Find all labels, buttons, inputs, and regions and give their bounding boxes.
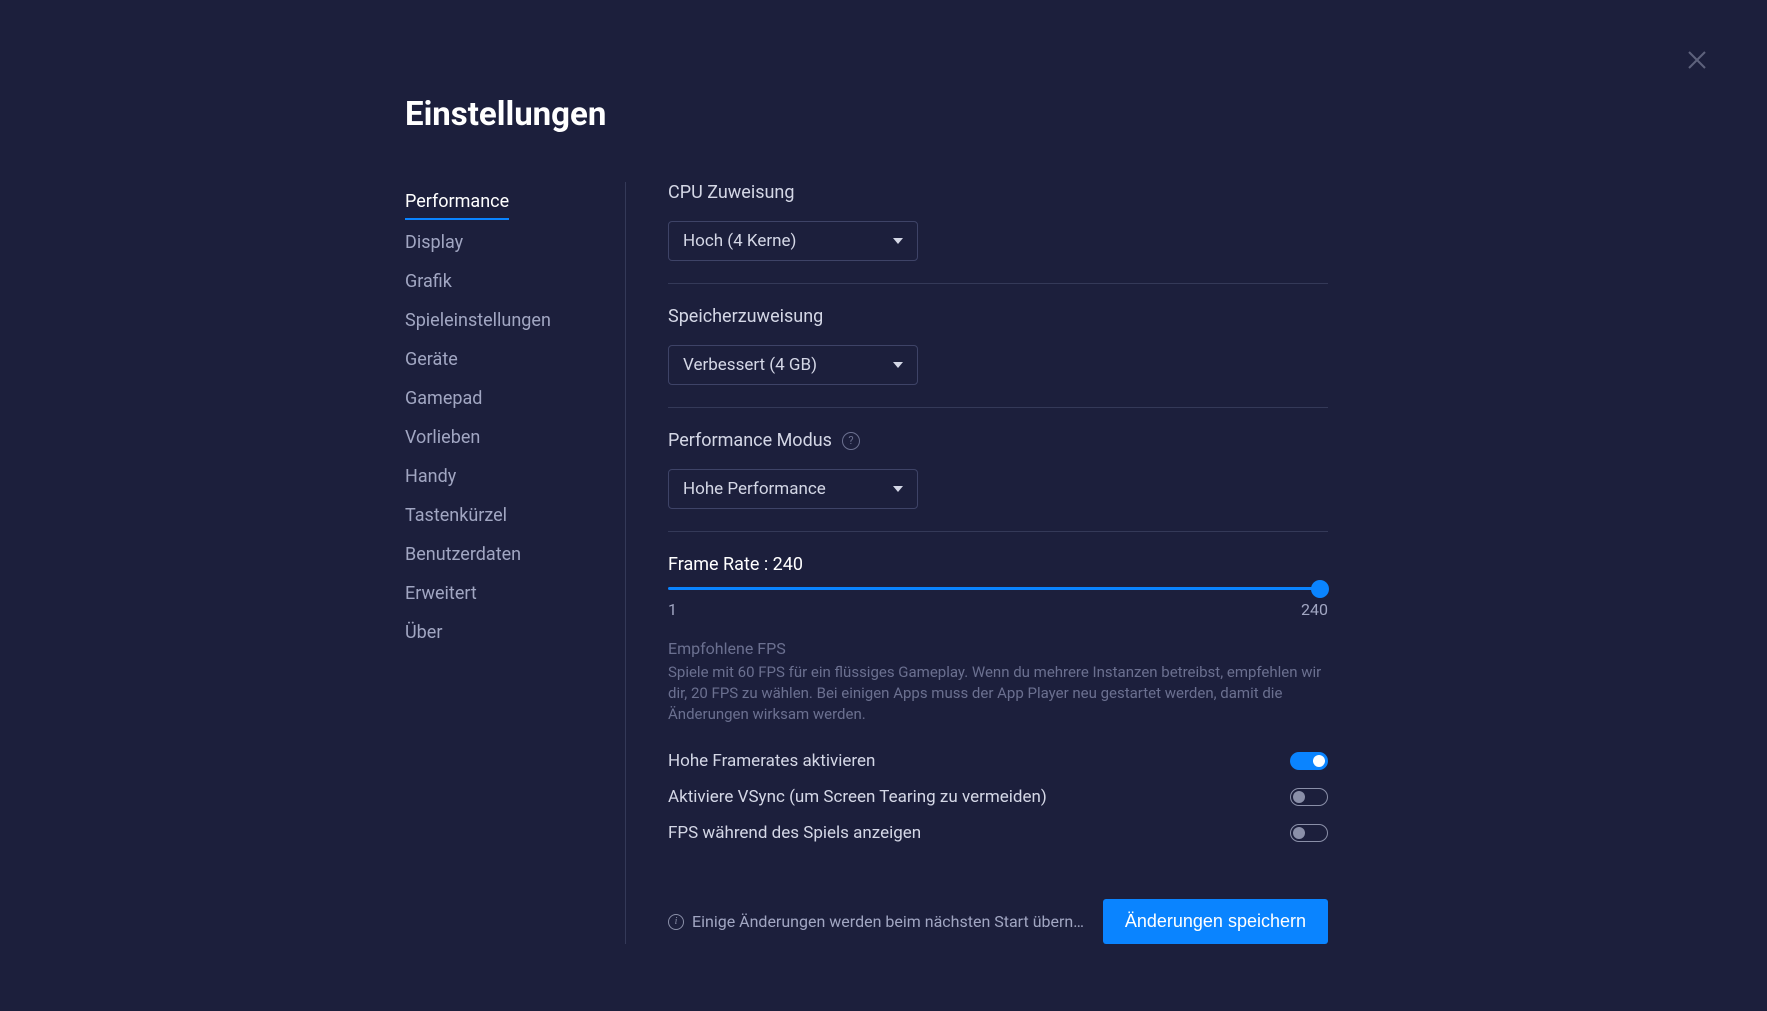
- sidebar-item-display[interactable]: Display: [405, 223, 595, 262]
- toggle-vsync-label: Aktiviere VSync (um Screen Tearing zu ve…: [668, 787, 1047, 807]
- framerate-min: 1: [668, 600, 677, 619]
- framerate-max: 240: [1301, 600, 1328, 619]
- info-text: Einige Änderungen werden beim nächsten S…: [692, 912, 1093, 931]
- cpu-dropdown[interactable]: Hoch (4 Kerne): [668, 221, 918, 261]
- toggle-show-fps-label: FPS während des Spiels anzeigen: [668, 823, 921, 843]
- perfmode-dropdown-value: Hohe Performance: [683, 479, 826, 499]
- fps-hint-title: Empfohlene FPS: [668, 639, 1328, 658]
- sidebar-item-benutzerdaten[interactable]: Benutzerdaten: [405, 535, 595, 574]
- chevron-down-icon: [893, 238, 903, 244]
- info-icon: i: [668, 914, 684, 930]
- sidebar-item-tastenkuerzel[interactable]: Tastenkürzel: [405, 496, 595, 535]
- sidebar-item-handy[interactable]: Handy: [405, 457, 595, 496]
- perfmode-label-text: Performance Modus: [668, 430, 832, 451]
- close-button[interactable]: [1687, 50, 1707, 70]
- toggle-knob: [1293, 827, 1305, 839]
- sidebar-item-performance[interactable]: Performance: [405, 182, 509, 220]
- settings-main: CPU Zuweisung Hoch (4 Kerne) Speicherzuw…: [668, 182, 1328, 944]
- perfmode-label: Performance Modus ?: [668, 430, 1328, 451]
- framerate-label: Frame Rate : 240: [668, 554, 1328, 575]
- page-title: Einstellungen: [405, 95, 1450, 134]
- framerate-slider[interactable]: [668, 587, 1328, 590]
- toggle-knob: [1293, 791, 1305, 803]
- help-icon[interactable]: ?: [842, 432, 860, 450]
- perfmode-dropdown[interactable]: Hohe Performance: [668, 469, 918, 509]
- chevron-down-icon: [893, 362, 903, 368]
- sidebar-item-erweitert[interactable]: Erweitert: [405, 574, 595, 613]
- save-button[interactable]: Änderungen speichern: [1103, 899, 1328, 944]
- toggle-show-fps[interactable]: [1290, 824, 1328, 842]
- memory-label: Speicherzuweisung: [668, 306, 1328, 327]
- sidebar-item-spieleinstellungen[interactable]: Spieleinstellungen: [405, 301, 595, 340]
- memory-dropdown[interactable]: Verbessert (4 GB): [668, 345, 918, 385]
- sidebar-item-grafik[interactable]: Grafik: [405, 262, 595, 301]
- info-message: i Einige Änderungen werden beim nächsten…: [668, 912, 1093, 931]
- slider-thumb[interactable]: [1311, 580, 1329, 598]
- framerate-value: 240: [773, 554, 803, 575]
- fps-hint-text: Spiele mit 60 FPS für ein flüssiges Game…: [668, 662, 1328, 725]
- toggle-vsync[interactable]: [1290, 788, 1328, 806]
- framerate-label-prefix: Frame Rate :: [668, 554, 773, 575]
- memory-dropdown-value: Verbessert (4 GB): [683, 355, 817, 375]
- chevron-down-icon: [893, 486, 903, 492]
- toggle-high-fps[interactable]: [1290, 752, 1328, 770]
- sidebar-item-geraete[interactable]: Geräte: [405, 340, 595, 379]
- toggle-knob: [1313, 755, 1325, 767]
- vertical-divider: [625, 182, 626, 944]
- settings-sidebar: Performance Display Grafik Spieleinstell…: [405, 182, 625, 944]
- sidebar-item-gamepad[interactable]: Gamepad: [405, 379, 595, 418]
- toggle-high-fps-label: Hohe Framerates aktivieren: [668, 751, 875, 771]
- sidebar-item-ueber[interactable]: Über: [405, 613, 595, 652]
- cpu-dropdown-value: Hoch (4 Kerne): [683, 231, 796, 251]
- slider-track: [668, 587, 1328, 590]
- cpu-label: CPU Zuweisung: [668, 182, 1328, 203]
- sidebar-item-vorlieben[interactable]: Vorlieben: [405, 418, 595, 457]
- close-icon: [1687, 50, 1707, 70]
